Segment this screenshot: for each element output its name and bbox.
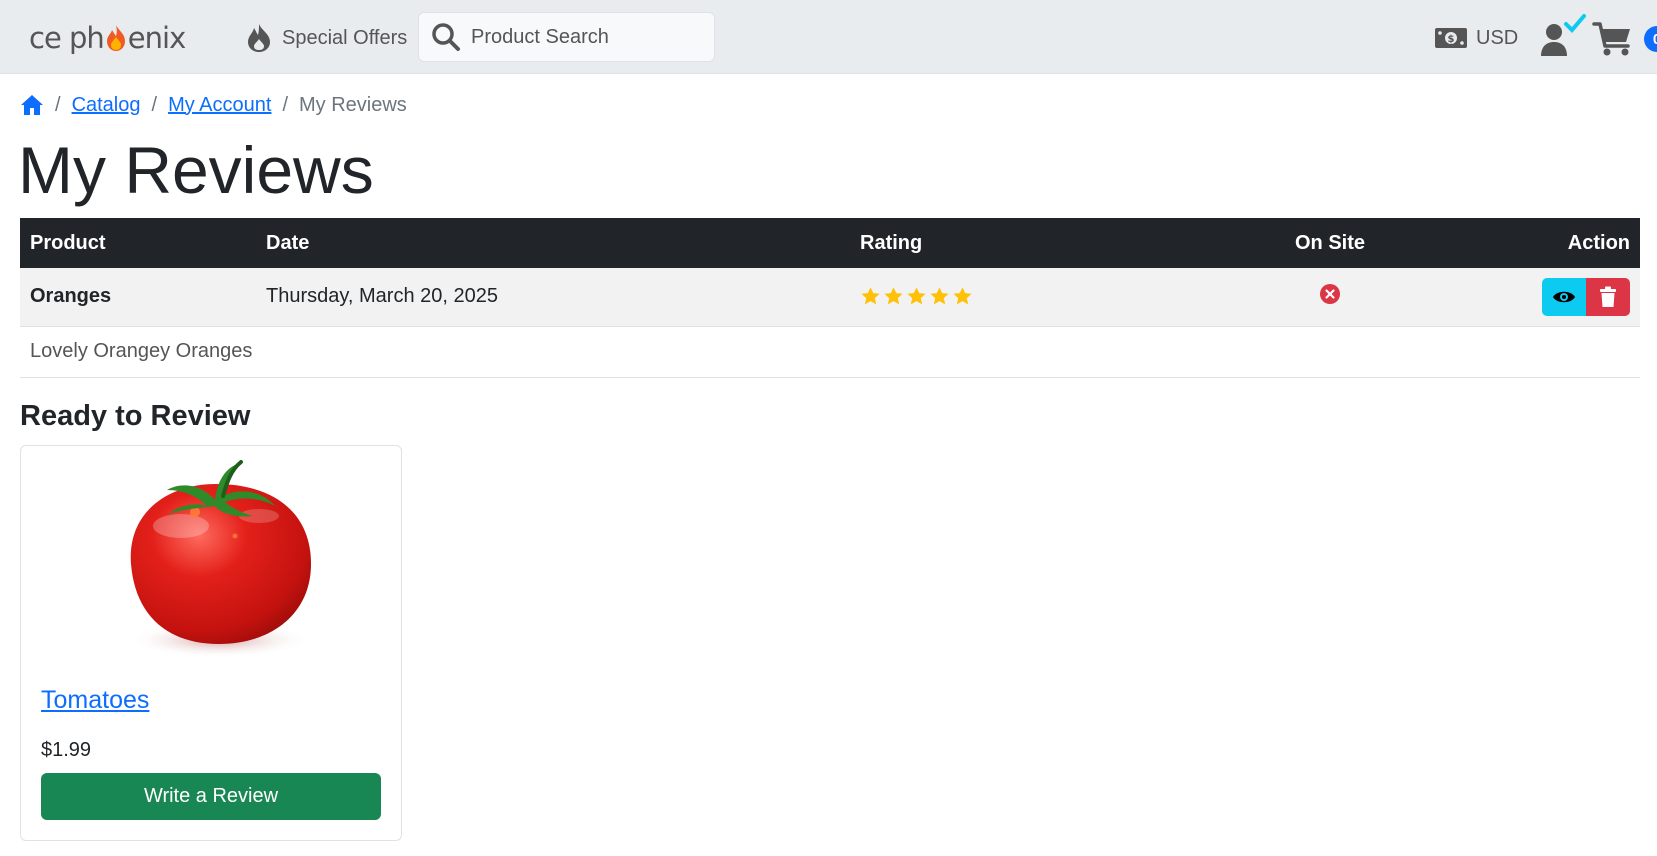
review-on-site-status	[1220, 268, 1440, 327]
review-date: Thursday, March 20, 2025	[256, 268, 850, 327]
special-offers-link[interactable]: Special Offers	[246, 20, 407, 56]
tomato-product-image[interactable]	[111, 454, 321, 664]
currency-selector[interactable]: $ USD	[1434, 20, 1518, 56]
home-icon[interactable]	[20, 93, 44, 117]
header-product: Product	[20, 218, 256, 268]
review-text: Lovely Orangey Oranges	[20, 326, 1640, 378]
breadcrumb-catalog-link[interactable]: Catalog	[72, 94, 141, 117]
search-input[interactable]	[471, 25, 701, 49]
user-check-icon	[1541, 14, 1586, 56]
svg-text:$: $	[1448, 34, 1455, 45]
page-title: My Reviews	[18, 133, 374, 207]
product-price: $1.99	[41, 739, 92, 761]
star-icon	[884, 287, 903, 305]
table-row: Oranges Thursday, March 20, 2025	[20, 268, 1640, 327]
view-review-button[interactable]	[1542, 277, 1586, 316]
header-rating: Rating	[850, 218, 1220, 268]
top-navbar: ce ph enix Special Offers $ USD	[0, 0, 1657, 74]
header-on-site: On Site	[1220, 218, 1440, 268]
search-icon	[432, 23, 460, 51]
breadcrumb-separator: /	[55, 93, 61, 116]
breadcrumb-current: My Reviews	[299, 93, 407, 116]
ready-to-review-title: Ready to Review	[20, 400, 251, 432]
flame-icon	[248, 24, 270, 52]
review-product-name: Oranges	[20, 268, 256, 327]
currency-label: USD	[1476, 26, 1519, 49]
breadcrumb-separator: /	[151, 93, 158, 116]
logo-text-right: enix	[127, 21, 186, 55]
star-rating	[860, 286, 1210, 307]
reviews-table: Product Date Rating On Site Action Orang…	[20, 218, 1640, 378]
x-circle-icon	[1320, 283, 1340, 304]
header-date: Date	[256, 218, 850, 268]
special-offers-label: Special Offers	[282, 26, 408, 49]
action-button-group	[1542, 277, 1630, 316]
star-icon	[861, 287, 880, 305]
product-name-link[interactable]: Tomatoes	[41, 686, 149, 715]
money-icon: $	[1435, 28, 1467, 48]
star-icon	[907, 287, 926, 305]
trash-icon	[1600, 286, 1616, 307]
table-row-review-text: Lovely Orangey Oranges	[20, 326, 1640, 378]
cart-count-badge: 0	[1644, 26, 1657, 52]
write-review-button[interactable]: Write a Review	[41, 773, 381, 820]
delete-review-button[interactable]	[1586, 277, 1630, 316]
review-rating	[850, 268, 1220, 327]
account-button[interactable]	[1538, 14, 1588, 58]
table-header-row: Product Date Rating On Site Action	[20, 218, 1640, 268]
product-search-box[interactable]	[418, 12, 715, 62]
shopping-cart-icon	[1592, 22, 1630, 56]
cart-button[interactable]: 0	[1592, 14, 1657, 58]
eye-icon	[1553, 291, 1575, 302]
star-icon	[953, 287, 972, 305]
breadcrumb-separator: /	[282, 93, 289, 116]
breadcrumb-my-account-link[interactable]: My Account	[168, 94, 271, 117]
product-card: Tomatoes $1.99 Write a Review	[20, 445, 402, 841]
breadcrumb: / Catalog / My Account / My Reviews	[20, 92, 407, 118]
star-icon	[930, 287, 949, 305]
site-logo[interactable]: ce ph enix	[29, 18, 186, 58]
logo-text-left: ce ph	[29, 21, 105, 55]
logo-flame-icon	[106, 25, 125, 51]
review-actions	[1440, 268, 1640, 327]
header-action: Action	[1440, 218, 1640, 268]
